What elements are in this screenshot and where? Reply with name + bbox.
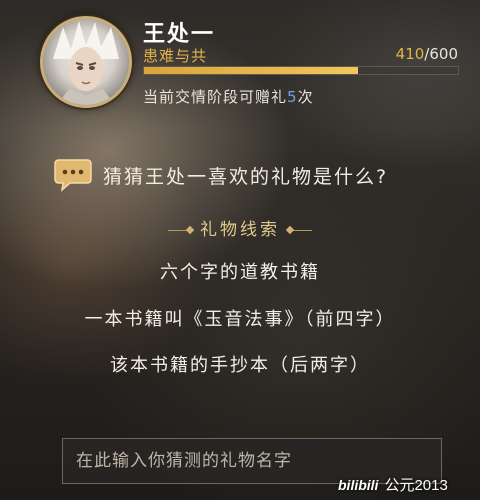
clue-item: 六个字的道教书籍 xyxy=(160,262,320,283)
clue-item: 一本书籍叫《玉音法事》（前四字） xyxy=(84,309,396,330)
quiz-question: 猜猜王处一喜欢的礼物是什么? xyxy=(103,166,389,188)
clues-header: 礼物线索 xyxy=(0,215,480,240)
gift-prefix: 当前交情阶段可赠礼 xyxy=(143,88,288,106)
gift-suffix: 次 xyxy=(297,88,314,106)
affinity-progress-text: 410/600 xyxy=(396,45,458,63)
clues-title: 礼物线索 xyxy=(200,220,280,240)
character-name: 王处一 xyxy=(143,22,216,47)
avatar[interactable] xyxy=(40,16,132,108)
gift-count: 5 xyxy=(287,88,298,106)
ornament-right xyxy=(290,230,312,231)
bilibili-logo: bilibili xyxy=(338,477,379,493)
affinity-bar-fill xyxy=(144,67,359,74)
watermark: bilibili 公元2013 xyxy=(338,474,448,495)
guess-input[interactable] xyxy=(74,450,441,472)
gift-count-text: 当前交情阶段可赠礼5次 xyxy=(143,86,314,107)
relation-stage: 患难与共 xyxy=(143,47,208,65)
watermark-text: 公元2013 xyxy=(384,477,448,494)
clue-item: 该本书籍的手抄本（后两字） xyxy=(110,355,370,376)
speech-bubble-icon xyxy=(54,159,92,192)
character-portrait xyxy=(53,21,119,105)
ornament-left xyxy=(168,230,190,231)
affinity-current: 410 xyxy=(395,45,425,63)
affinity-max: 600 xyxy=(429,45,458,63)
affinity-bar xyxy=(143,66,459,75)
